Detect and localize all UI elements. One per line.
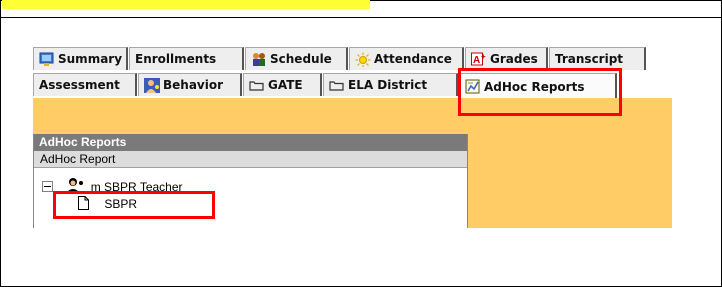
- svg-text:A: A: [473, 55, 480, 66]
- tree-node-label: SBPR: [104, 197, 138, 211]
- tab-label: Summary: [58, 52, 123, 66]
- tab-label: Schedule: [270, 52, 332, 66]
- folder-icon: [249, 78, 265, 93]
- tab-label: Assessment: [39, 78, 120, 92]
- tab-assessment[interactable]: Assessment: [33, 73, 137, 96]
- sun-icon: [355, 52, 371, 67]
- tab-label: AdHoc Reports: [484, 79, 585, 94]
- summary-icon: [39, 52, 55, 67]
- tree-node-teacher[interactable]: m SBPR Teacher: [42, 175, 183, 194]
- tab-label: Attendance: [374, 52, 452, 66]
- tab-grades[interactable]: A + Grades: [465, 47, 548, 70]
- tab-gate[interactable]: GATE: [243, 73, 322, 96]
- teacher-icon: [62, 177, 84, 193]
- svg-text:+: +: [481, 52, 486, 61]
- tab-row-2: Assessment Behavior GATE ELA District Ad…: [33, 73, 683, 99]
- tab-behavior[interactable]: Behavior: [138, 73, 242, 96]
- tree-node-label: m SBPR Teacher: [90, 180, 183, 194]
- tab-summary[interactable]: Summary: [33, 47, 128, 70]
- tab-label: GATE: [268, 78, 303, 92]
- adhoc-reports-panel: AdHoc Reports AdHoc Report m SBPR Teache…: [33, 134, 468, 228]
- tab-transcript[interactable]: Transcript: [549, 47, 646, 70]
- tab-adhoc-reports[interactable]: AdHoc Reports: [459, 73, 617, 99]
- report-icon: [465, 79, 481, 94]
- tab-attendance[interactable]: Attendance: [349, 47, 464, 70]
- tab-schedule[interactable]: Schedule: [245, 47, 348, 70]
- grades-icon: A +: [471, 52, 487, 67]
- tab-enrollments[interactable]: Enrollments: [129, 47, 244, 70]
- folder-icon: [329, 78, 345, 93]
- tab-label: Transcript: [555, 52, 624, 66]
- tab-label: ELA District: [348, 78, 428, 92]
- person-icon: [144, 77, 160, 93]
- panel-title: AdHoc Reports: [34, 134, 467, 151]
- people-icon: [251, 52, 267, 67]
- document-icon: [78, 196, 89, 210]
- tab-ela-district[interactable]: ELA District: [323, 73, 458, 96]
- tab-label: Enrollments: [135, 52, 217, 66]
- tab-row-1: Summary Enrollments Schedule Attendance …: [33, 47, 683, 72]
- divider-line: [0, 17, 722, 18]
- tab-label: Grades: [490, 52, 538, 66]
- cropped-highlight-text: [2, 0, 370, 9]
- collapse-icon[interactable]: [42, 181, 53, 192]
- panel-column-header: AdHoc Report: [34, 151, 467, 168]
- tree-node-sbpr[interactable]: SBPR: [78, 194, 137, 211]
- tab-label: Behavior: [163, 78, 224, 92]
